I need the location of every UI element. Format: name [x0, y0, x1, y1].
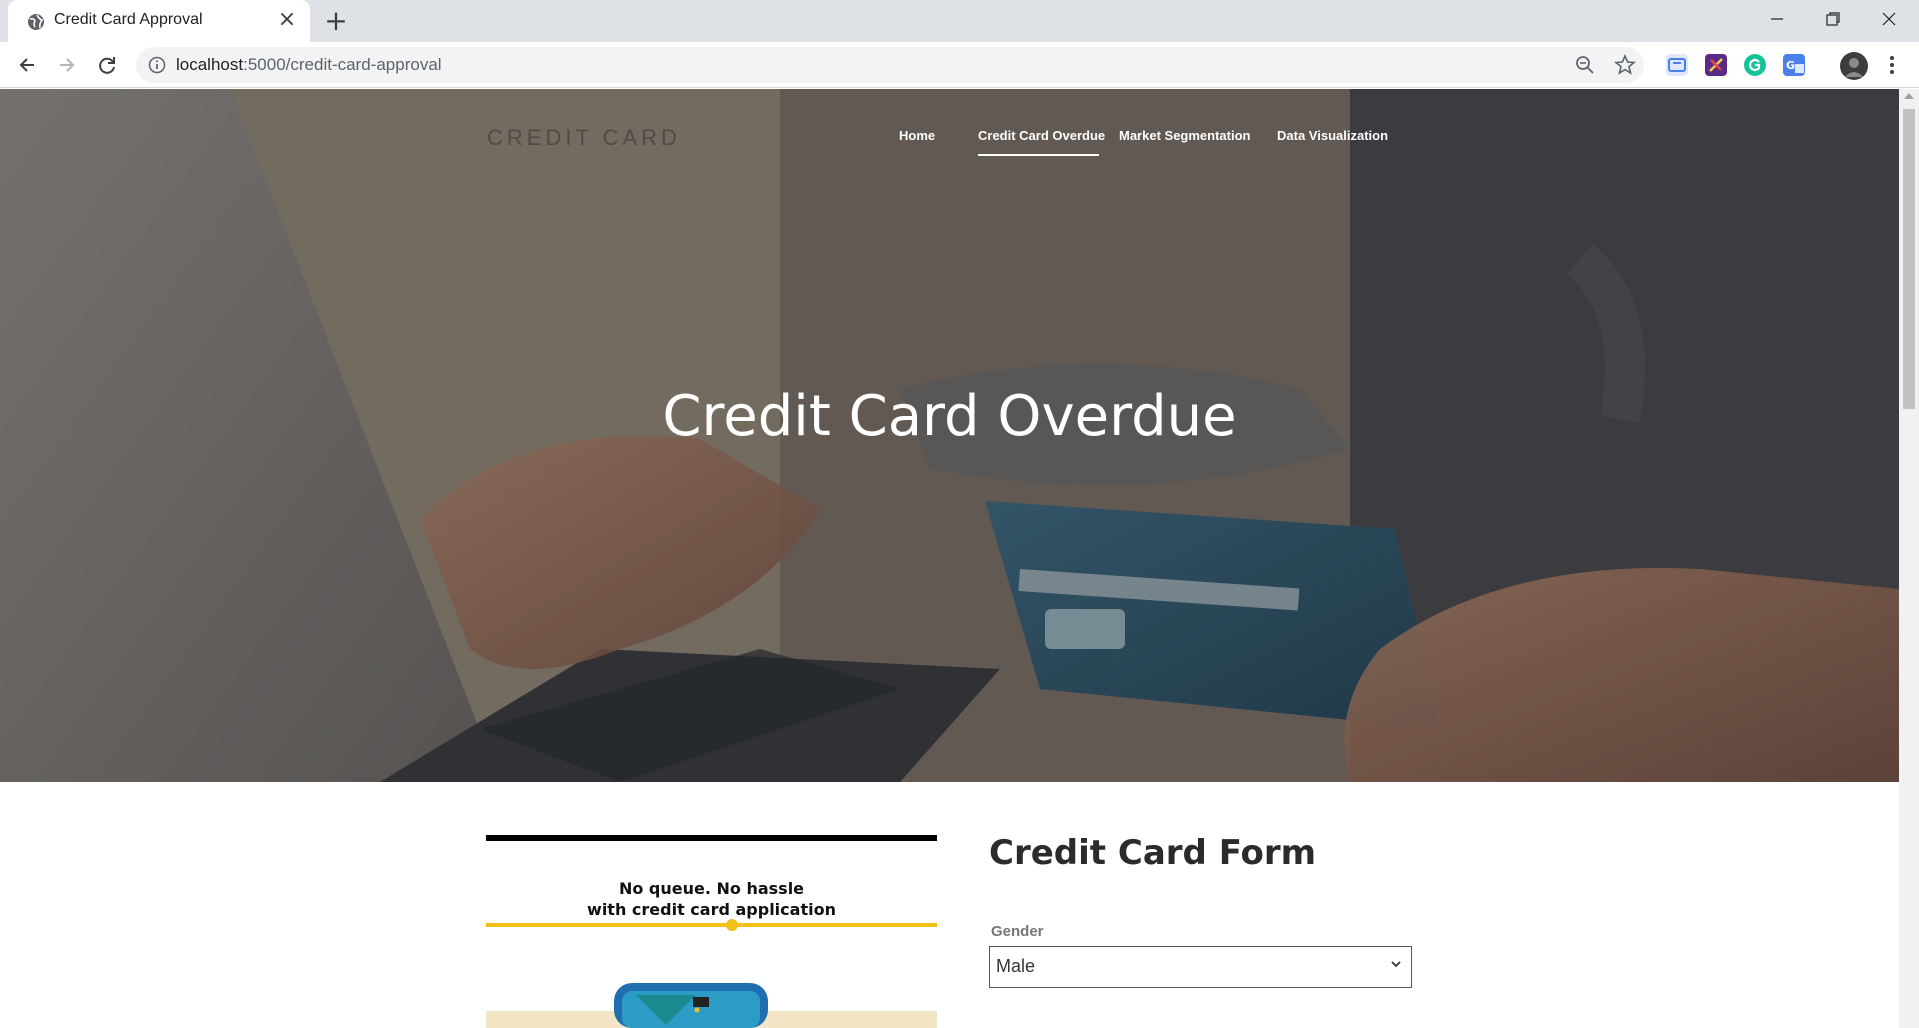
nav-active-underline — [978, 154, 1099, 156]
browser-tab[interactable]: Credit Card Approval × — [8, 0, 310, 42]
nav-data-visualization[interactable]: Data Visualization — [1277, 128, 1388, 143]
globe-icon — [28, 14, 44, 30]
nav-home[interactable]: Home — [899, 128, 935, 143]
zoom-icon[interactable] — [1574, 54, 1596, 76]
nav-market-segmentation[interactable]: Market Segmentation — [1119, 128, 1250, 143]
phone-illustration-icon — [486, 983, 937, 1028]
minimize-icon[interactable] — [1757, 5, 1797, 35]
bookmark-star-icon[interactable] — [1614, 54, 1636, 76]
back-arrow-icon[interactable] — [12, 50, 42, 80]
page-viewport: CREDIT CARD Home Credit Card Overdue Mar… — [0, 89, 1899, 1028]
restore-icon[interactable] — [1813, 5, 1853, 35]
scroll-up-arrow-icon[interactable] — [1904, 93, 1914, 99]
grammarly-icon[interactable] — [1744, 54, 1766, 76]
promo-illustration: No queue. No hassle with credit card app… — [486, 835, 937, 1028]
google-translate-icon[interactable]: G — [1783, 54, 1805, 76]
gender-select-value: Male — [996, 956, 1036, 976]
chevron-down-icon — [1391, 961, 1401, 968]
close-window-icon[interactable] — [1869, 5, 1909, 35]
gender-label: Gender — [991, 923, 1044, 940]
address-bar[interactable]: localhost:5000/credit-card-approval — [136, 47, 1644, 83]
extension-purple-icon[interactable] — [1705, 54, 1727, 76]
info-icon[interactable] — [148, 56, 166, 74]
nav-credit-card-overdue[interactable]: Credit Card Overdue — [978, 128, 1105, 143]
url-host: localhost — [176, 55, 244, 74]
menu-kebab-icon[interactable] — [1880, 50, 1904, 80]
new-tab-icon[interactable]: + — [322, 7, 350, 35]
url-path: :5000/credit-card-approval — [243, 55, 442, 74]
url-text[interactable]: localhost:5000/credit-card-approval — [176, 55, 442, 75]
browser-toolbar: localhost:5000/credit-card-approval G — [0, 42, 1919, 88]
hero-section: CREDIT CARD Home Credit Card Overdue Mar… — [0, 89, 1899, 782]
tab-title: Credit Card Approval — [54, 11, 203, 28]
forward-arrow-icon[interactable] — [52, 50, 82, 80]
profile-avatar[interactable] — [1840, 52, 1868, 80]
scrollbar-thumb[interactable] — [1903, 109, 1915, 409]
svg-text:G: G — [1786, 59, 1795, 72]
reload-icon[interactable] — [92, 50, 122, 80]
browser-tab-bar: Credit Card Approval × + — [0, 0, 1919, 42]
close-tab-icon[interactable]: × — [276, 9, 298, 31]
extension-translate-icon[interactable] — [1666, 54, 1688, 76]
hero-title: Credit Card Overdue — [662, 384, 1237, 449]
gender-select[interactable]: Male — [989, 946, 1412, 988]
page-scrollbar[interactable] — [1899, 89, 1919, 1028]
site-brand[interactable]: CREDIT CARD — [487, 125, 681, 151]
form-title: Credit Card Form — [989, 833, 1317, 873]
